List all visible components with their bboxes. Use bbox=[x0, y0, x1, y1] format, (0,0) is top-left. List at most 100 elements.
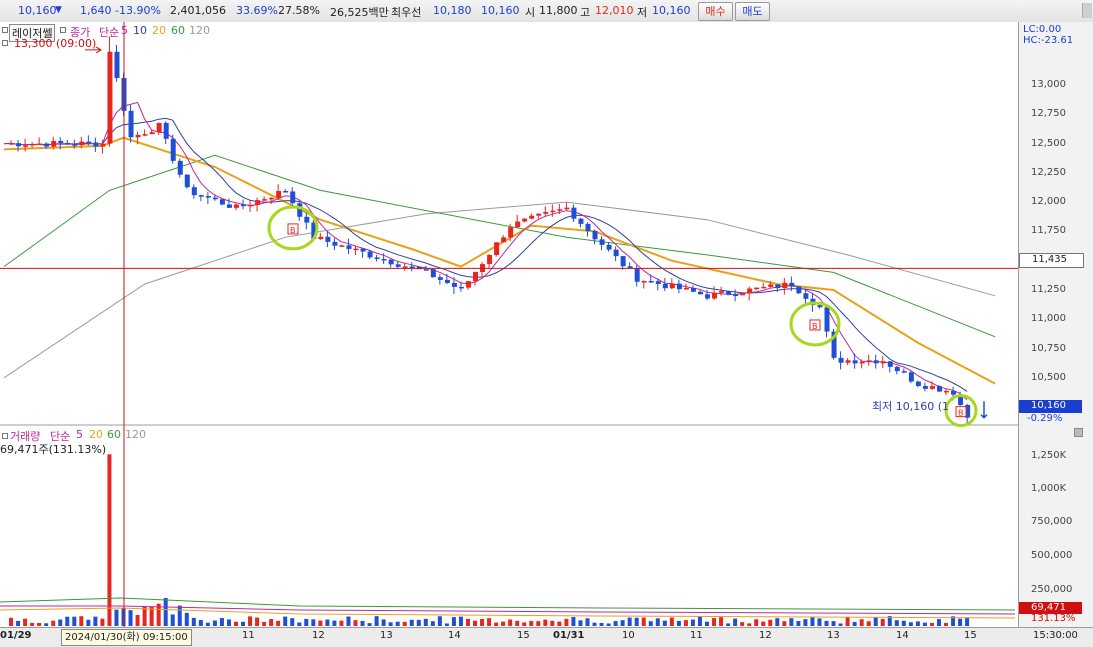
volume-bar bbox=[248, 616, 253, 626]
volume-bar bbox=[915, 621, 920, 626]
volume-bar bbox=[515, 620, 520, 626]
candle bbox=[789, 282, 795, 287]
volume-bar bbox=[599, 622, 604, 626]
candle bbox=[690, 287, 696, 292]
date-tick: 01/31 bbox=[553, 630, 585, 641]
price-tick: 11,750 bbox=[1031, 225, 1066, 237]
volume-bar bbox=[873, 617, 878, 626]
candle bbox=[458, 286, 464, 289]
volume-legend-ma5: 5 bbox=[76, 428, 83, 441]
volume-bar bbox=[838, 623, 843, 626]
candle bbox=[726, 291, 732, 295]
volume-tick: 500,000 bbox=[1031, 550, 1073, 561]
candle bbox=[283, 191, 289, 193]
panel-control-icon[interactable] bbox=[2, 27, 8, 33]
volume-bar bbox=[16, 620, 21, 626]
candle bbox=[571, 207, 577, 219]
candle bbox=[719, 291, 725, 293]
price-chart[interactable]: B B B bbox=[0, 0, 1093, 646]
candle bbox=[641, 281, 647, 283]
candle bbox=[219, 199, 225, 205]
volume-bar bbox=[177, 605, 182, 626]
volume-bar bbox=[866, 621, 871, 626]
legend-ma5: 5 bbox=[121, 24, 128, 37]
price-tick: 12,250 bbox=[1031, 166, 1066, 178]
candle bbox=[135, 134, 141, 138]
candle bbox=[44, 143, 50, 147]
volume-bar bbox=[754, 619, 759, 626]
candle bbox=[163, 122, 169, 139]
volume-tick: 1,000K bbox=[1031, 483, 1067, 494]
candle bbox=[276, 191, 282, 198]
volume-bar bbox=[824, 620, 829, 626]
volume-bar bbox=[620, 620, 625, 626]
candle bbox=[894, 366, 900, 372]
volume-bar bbox=[374, 616, 379, 626]
volume-bar bbox=[388, 622, 393, 626]
candle bbox=[796, 286, 802, 294]
volume-bar bbox=[564, 618, 569, 626]
candle bbox=[936, 386, 942, 392]
candle bbox=[297, 203, 303, 217]
volume-bar bbox=[458, 616, 463, 626]
candle bbox=[318, 236, 324, 240]
volume-bar bbox=[86, 619, 91, 626]
candle bbox=[444, 279, 450, 283]
date-tick: 01/29 bbox=[0, 630, 32, 641]
volume-bar bbox=[901, 620, 906, 626]
volume-bar bbox=[522, 622, 527, 626]
candle bbox=[515, 221, 521, 228]
volume-bar bbox=[634, 617, 639, 626]
volume-bar bbox=[205, 622, 210, 626]
candle bbox=[149, 132, 155, 135]
candle bbox=[522, 218, 528, 222]
volume-bar bbox=[451, 617, 456, 626]
volume-bar bbox=[437, 616, 442, 626]
candle bbox=[226, 204, 232, 208]
volume-bar bbox=[592, 622, 597, 626]
volume-bar bbox=[712, 618, 717, 626]
volume-bar bbox=[880, 619, 885, 626]
candle bbox=[747, 288, 753, 294]
legend-ma10: 10 bbox=[133, 24, 147, 37]
candle bbox=[142, 134, 148, 136]
candle bbox=[325, 236, 331, 242]
legend-ma120: 120 bbox=[189, 24, 210, 37]
candle bbox=[929, 386, 935, 389]
volume-legend-ma120: 120 bbox=[125, 428, 146, 441]
volume-bar bbox=[430, 621, 435, 626]
price-tick: 12,500 bbox=[1031, 137, 1066, 149]
date-tick: 15 bbox=[964, 630, 977, 641]
volume-bar bbox=[283, 616, 288, 626]
panel-control-icon[interactable] bbox=[2, 433, 8, 439]
panel-control-icon[interactable] bbox=[2, 40, 8, 46]
volume-bar bbox=[831, 621, 836, 626]
volume-bar bbox=[585, 618, 590, 626]
crosshair-price-box: 11,435 bbox=[1019, 253, 1084, 268]
candle bbox=[852, 360, 858, 364]
current-time: 15:30:00 bbox=[1033, 630, 1078, 641]
candle bbox=[824, 307, 830, 332]
volume-bar bbox=[571, 616, 576, 626]
volume-bar bbox=[241, 621, 246, 626]
candle bbox=[205, 196, 211, 198]
volume-bar bbox=[683, 620, 688, 626]
volume-bar bbox=[958, 618, 963, 626]
panel-resize-icon[interactable] bbox=[1074, 428, 1083, 437]
candle bbox=[494, 242, 500, 256]
candle bbox=[107, 51, 113, 144]
legend-toggle-icon[interactable] bbox=[60, 27, 66, 33]
volume-bar bbox=[697, 616, 702, 626]
volume-bar bbox=[233, 621, 238, 626]
candle bbox=[880, 361, 886, 364]
volume-bar bbox=[894, 620, 899, 626]
candle bbox=[184, 174, 190, 188]
candle bbox=[473, 272, 479, 282]
volume-bar bbox=[444, 623, 449, 626]
candle bbox=[908, 372, 914, 382]
volume-bar bbox=[262, 621, 267, 626]
date-tick: 14 bbox=[448, 630, 461, 641]
candle bbox=[676, 283, 682, 290]
volume-bar bbox=[367, 623, 372, 626]
candle bbox=[409, 266, 415, 268]
